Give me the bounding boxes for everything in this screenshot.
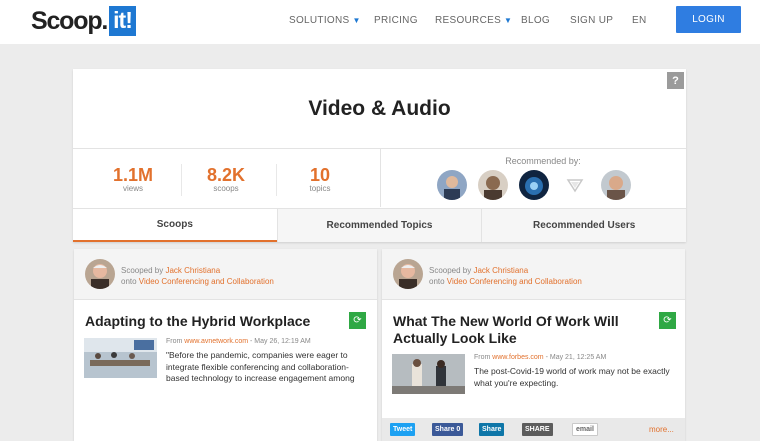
post-title[interactable]: Adapting to the Hybrid Workplace (85, 313, 310, 330)
nav-blog-label: BLOG (521, 14, 550, 26)
topic-link[interactable]: Video Conferencing and Collaboration (447, 277, 582, 286)
nav-resources[interactable]: RESOURCES ▼ (435, 0, 512, 40)
post-header: Scooped by Jack Christiana onto Video Co… (382, 249, 685, 300)
share-button[interactable]: SHARE (522, 423, 553, 436)
post-thumbnail[interactable] (392, 354, 465, 394)
post-excerpt: The post-Covid-19 world of work may not … (474, 366, 676, 389)
scoop-post: Scooped by Jack Christiana onto Video Co… (382, 249, 685, 441)
tweet-label: Tweet (393, 426, 413, 433)
stat-scoops-value: 8.2K (206, 165, 246, 185)
share-bar: Tweet Share 0 Share SHARE email more... (382, 418, 685, 441)
source-link[interactable]: www.forbes.com (492, 354, 543, 361)
nav-pricing[interactable]: PRICING (374, 0, 418, 40)
chevron-down-icon: ▼ (352, 15, 361, 25)
nav-signup-label: SIGN UP (570, 14, 614, 26)
tab-recommended-topics[interactable]: Recommended Topics (276, 209, 482, 242)
post-header: Scooped by Jack Christiana onto Video Co… (74, 249, 377, 300)
scooped-by-prefix: Scooped by (121, 266, 166, 275)
page-title: Video & Audio (308, 97, 451, 120)
scooped-by-info: Scooped by Jack Christiana onto Video Co… (121, 265, 274, 287)
post-date: - May 21, 12:25 AM (543, 354, 607, 361)
post-source: From www.avnetwork.com - May 26, 12:19 A… (166, 338, 311, 345)
scoop-post: Scooped by Jack Christiana onto Video Co… (74, 249, 377, 441)
chevron-down-icon: ▼ (504, 15, 513, 25)
email-button[interactable]: email (572, 423, 598, 436)
stat-views-label: views (122, 184, 143, 193)
stat-topics: 10 topics (280, 166, 360, 193)
onto-prefix: onto (429, 277, 447, 286)
email-label: email (576, 426, 594, 433)
nav-blog[interactable]: BLOG (521, 0, 550, 40)
topic-link[interactable]: Video Conferencing and Collaboration (139, 277, 274, 286)
author-link[interactable]: Jack Christiana (165, 266, 220, 275)
facebook-share-label: Share 0 (435, 426, 461, 433)
avatar[interactable] (601, 170, 631, 200)
divider (276, 164, 277, 196)
rescoop-icon[interactable]: ⟳ (349, 312, 366, 329)
avatar[interactable] (85, 259, 115, 289)
from-prefix: From (474, 354, 493, 361)
nav-signup[interactable]: SIGN UP (570, 0, 613, 40)
avatar[interactable] (478, 170, 508, 200)
topic-tabs: Scoops Recommended Topics Recommended Us… (73, 208, 687, 242)
source-link[interactable]: www.avnetwork.com (184, 338, 248, 345)
post-thumbnail[interactable] (84, 338, 157, 378)
avatar[interactable] (519, 170, 549, 200)
stat-views: 1.1M views (93, 166, 173, 193)
divider (380, 149, 381, 207)
rescoop-icon[interactable]: ⟳ (659, 312, 676, 329)
post-title-line: What The New World Of Work Will (393, 313, 619, 329)
scooped-by-info: Scooped by Jack Christiana onto Video Co… (429, 265, 582, 287)
post-title-line: Actually Look Like (393, 330, 517, 346)
scoopit-logo[interactable]: Scoop. it! (31, 5, 136, 37)
author-link[interactable]: Jack Christiana (473, 266, 528, 275)
more-link[interactable]: more... (649, 425, 674, 434)
tab-recommended-users-label: Recommended Users (533, 220, 636, 231)
top-navigation: Scoop. it! SOLUTIONS ▼ PRICING RESOURCES ▼ … (0, 0, 760, 44)
tab-recommended-users[interactable]: Recommended Users (481, 209, 687, 242)
avatar[interactable] (560, 170, 590, 200)
post-excerpt: "Before the pandemic, companies were eag… (166, 350, 368, 386)
avatar[interactable] (437, 170, 467, 200)
nav-language[interactable]: EN (632, 0, 647, 40)
nav-solutions[interactable]: SOLUTIONS ▼ (289, 0, 361, 40)
from-prefix: From (166, 338, 185, 345)
post-excerpt-text: "Before the pandemic, companies were eag… (166, 350, 355, 386)
tweet-button[interactable]: Tweet (390, 423, 416, 436)
tab-recommended-topics-label: Recommended Topics (326, 220, 433, 231)
stat-scoops: 8.2K scoops (186, 166, 266, 193)
logo-text: Scoop. (31, 6, 108, 35)
divider (181, 164, 182, 196)
logo-box: it! (109, 6, 136, 36)
stat-views-value: 1.1M (112, 165, 154, 185)
scooped-by-prefix: Scooped by (429, 266, 474, 275)
post-source: From www.forbes.com - May 21, 12:25 AM (474, 354, 606, 361)
post-title[interactable]: What The New World Of Work Will Actually… (393, 313, 619, 347)
stat-topics-value: 10 (309, 165, 331, 185)
recommended-by-label: Recommended by: (505, 156, 581, 166)
onto-prefix: onto (121, 277, 139, 286)
tab-scoops[interactable]: Scoops (73, 209, 277, 242)
login-button[interactable]: LOGIN (676, 6, 741, 33)
nav-solutions-label: SOLUTIONS (289, 14, 350, 26)
topic-card: ? Video & Audio 1.1M views 8.2K scoops 1… (73, 69, 687, 242)
stat-scoops-label: scoops (213, 184, 239, 193)
nav-resources-label: RESOURCES (435, 14, 502, 26)
stat-topics-label: topics (309, 184, 331, 193)
linkedin-share-label: Share (482, 426, 502, 433)
nav-pricing-label: PRICING (374, 14, 418, 26)
post-date: - May 26, 12:19 AM (248, 338, 311, 345)
nav-language-label: EN (632, 14, 647, 26)
tab-scoops-label: Scoops (156, 219, 193, 230)
share-label: SHARE (525, 426, 550, 433)
post-excerpt-text: The post-Covid-19 world of work may not … (474, 366, 670, 388)
facebook-share-button[interactable]: Share 0 (432, 423, 464, 436)
avatar[interactable] (393, 259, 423, 289)
help-icon[interactable]: ? (667, 72, 684, 89)
linkedin-share-button[interactable]: Share (479, 423, 505, 436)
